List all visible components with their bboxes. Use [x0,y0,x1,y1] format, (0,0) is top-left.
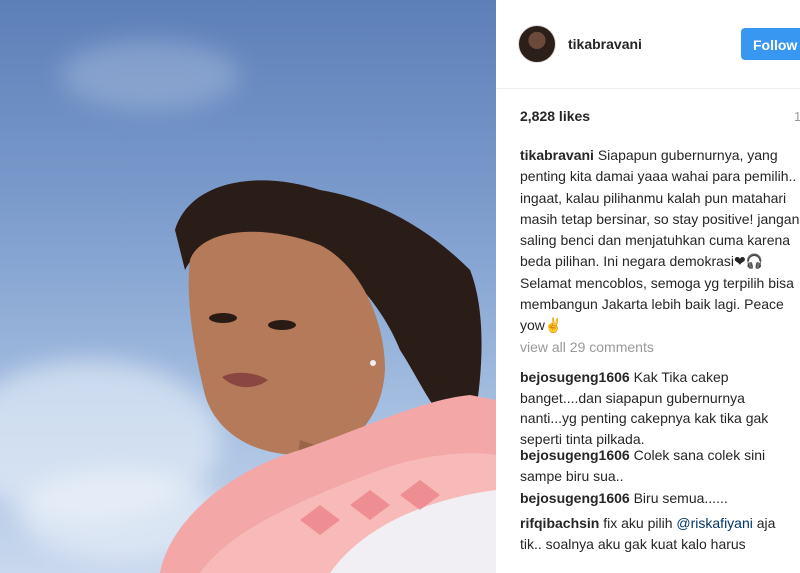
comment-item: bejosugeng1606 Colek sana colek sini sam… [520,445,794,486]
header-username[interactable]: tikabravani [568,36,642,52]
post-caption: tikabravani Siapapun gubernurnya, yang p… [520,145,800,337]
post-header: tikabravani Follow [496,0,800,89]
avatar[interactable] [518,25,556,63]
comment-username[interactable]: bejosugeng1606 [520,447,630,463]
comment-item: rifqibachsin fix aku pilih @riskafiyani … [520,513,794,554]
comment-item: bejosugeng1606 Biru semua...... [520,488,794,509]
comment-username[interactable]: bejosugeng1606 [520,490,630,506]
caption-text: Siapapun gubernurnya, yang penting kita … [520,147,800,334]
likes-count[interactable]: 2,828 likes [520,108,590,124]
view-all-comments-link[interactable]: view all 29 comments [520,339,654,355]
comment-text: Biru semua...... [633,490,728,506]
follow-button[interactable]: Follow [741,28,800,60]
comment-text-before: fix aku pilih [603,515,677,531]
post-details-panel: tikabravani Follow 2,828 likes 14 tikabr… [496,0,800,573]
caption-username[interactable]: tikabravani [520,147,594,163]
post-photo[interactable] [0,0,496,573]
comment-mention-link[interactable]: @riskafiyani [676,515,752,531]
comment-username[interactable]: bejosugeng1606 [520,369,630,385]
selfie-illustration [160,180,496,573]
post-age[interactable]: 14 [794,109,800,124]
comment-item: bejosugeng1606 Kak Tika cakep banget....… [520,367,794,449]
comment-username[interactable]: rifqibachsin [520,515,599,531]
